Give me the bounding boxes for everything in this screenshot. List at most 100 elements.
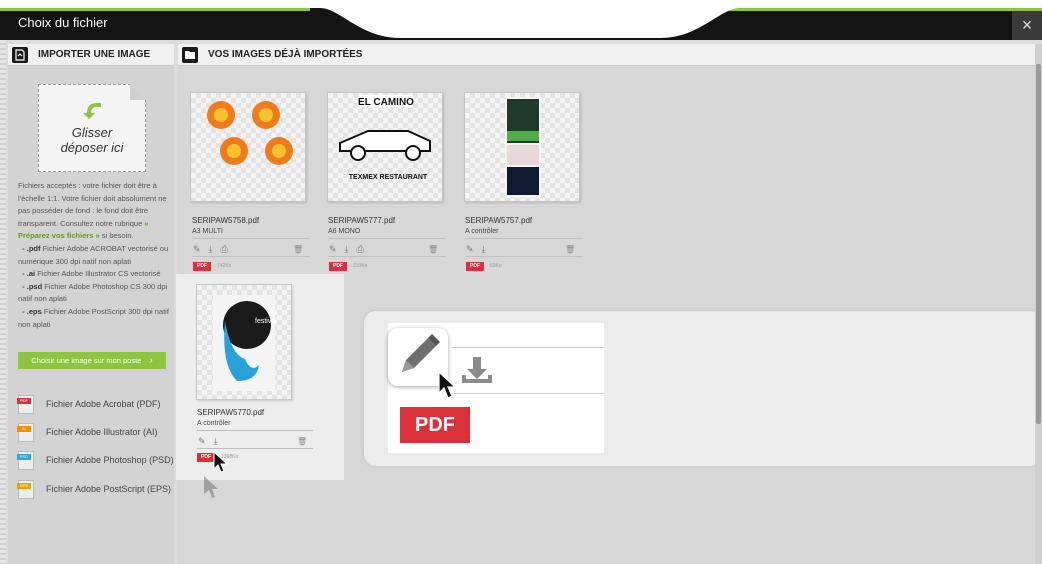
file-size: 210Ko xyxy=(353,263,368,269)
pencil-icon[interactable]: ✎ xyxy=(198,436,206,447)
import-panel-header: IMPORTER UNE IMAGE xyxy=(8,44,174,66)
divider xyxy=(192,238,310,239)
printer-icon[interactable]: ⎙ xyxy=(357,244,364,255)
download-icon[interactable]: ⤓ xyxy=(214,436,218,447)
thumb-title: EL CAMINO xyxy=(358,97,414,108)
pdf-file-badge: PDF xyxy=(17,397,31,404)
zoom-pdf-badge: PDF xyxy=(400,407,470,443)
filetype-ai: AI Fichier Adobe Illustrator (AI) xyxy=(17,422,158,442)
left-edge xyxy=(0,40,6,564)
file-thumbnail[interactable]: festival xyxy=(196,284,292,400)
filetype-psd: PSD Fichier Adobe Photoshop (PSD) xyxy=(17,450,174,470)
pencil-icon[interactable]: ✎ xyxy=(466,244,474,255)
pdf-ext: - .pdf xyxy=(22,243,41,253)
divider xyxy=(328,238,446,239)
file-name: SERIPAW5770.pdf xyxy=(197,408,265,417)
divider xyxy=(328,256,446,257)
trash-icon[interactable]: 🗑 xyxy=(297,437,307,446)
close-button[interactable]: × xyxy=(1012,11,1042,40)
mouse-cursor-icon xyxy=(438,371,457,399)
filetype-pdf-label: Fichier Adobe Acrobat (PDF) xyxy=(46,399,161,409)
filetype-psd-label: Fichier Adobe Photoshop (PSD) xyxy=(46,455,174,465)
upload-icon xyxy=(12,46,28,63)
eps-ext: - .eps xyxy=(22,306,42,316)
pdf-file-icon: PDF xyxy=(17,394,34,414)
drop-zone-label: Glisser déposer ici xyxy=(39,125,145,155)
drop-zone-line2: déposer ici xyxy=(60,140,124,155)
title-bar: Choix du fichier × xyxy=(0,0,1042,40)
download-icon[interactable]: ⤓ xyxy=(209,244,213,255)
pdf-desc: Fichier Adobe ACROBAT vectorisé ou numér… xyxy=(18,243,169,266)
filetype-pdf: PDF Fichier Adobe Acrobat (PDF) xyxy=(17,394,161,414)
file-format: A contrôler xyxy=(197,420,231,427)
choose-image-button[interactable]: Choisir une image sur mon poste › xyxy=(18,352,166,369)
file-actions: ✎ ⤓ ⎙ xyxy=(193,244,228,255)
pencil-icon[interactable]: ✎ xyxy=(193,244,201,255)
choose-image-label: Choisir une image sur mon poste xyxy=(31,356,142,365)
trash-icon[interactable]: 🗑 xyxy=(565,245,575,254)
psd-file-icon: PSD xyxy=(17,450,34,470)
drop-zone-line1: Glisser xyxy=(71,125,113,140)
file-format: A6 MONO xyxy=(328,228,361,235)
scrollbar-thumb[interactable] xyxy=(1036,64,1041,424)
pdf-badge: PDF xyxy=(193,262,211,271)
ai-file-badge: AI xyxy=(17,425,31,432)
ai-desc: Fichier Adobe Illustrator CS vectorisé xyxy=(37,269,161,279)
cursor-shadow xyxy=(204,476,218,498)
download-icon[interactable]: ⤓ xyxy=(345,244,349,255)
ai-file-icon: AI xyxy=(17,422,34,442)
thumbnail-art xyxy=(505,97,541,197)
imported-panel-title: VOS IMAGES DÉJÀ IMPORTÉES xyxy=(208,49,363,60)
divider xyxy=(192,256,310,257)
pencil-icon[interactable]: ✎ xyxy=(329,244,337,255)
zoom-callout: PDF xyxy=(364,311,1042,466)
import-panel: IMPORTER UNE IMAGE Glisser déposer ici F… xyxy=(8,44,174,564)
file-name: SERIPAW5777.pdf xyxy=(328,216,396,225)
file-actions: ✎ ⤓ xyxy=(198,436,218,447)
zoom-content: PDF xyxy=(388,323,604,453)
divider xyxy=(452,393,604,394)
psd-ext: - .psd xyxy=(22,281,43,291)
thumbnail-art: EL CAMINO TEXMEX RESTAURANT xyxy=(339,95,431,181)
file-format: A3 MULTI xyxy=(192,228,223,235)
window-title: Choix du fichier xyxy=(18,15,108,30)
download-icon[interactable]: ⤓ xyxy=(482,244,486,255)
filetype-eps-label: Fichier Adobe PostScript (EPS) xyxy=(46,484,172,494)
arrow-down-icon xyxy=(83,99,103,127)
file-thumbnail[interactable] xyxy=(464,92,580,202)
divider xyxy=(197,448,313,449)
file-name: SERIPAW5758.pdf xyxy=(192,216,260,225)
import-panel-title: IMPORTER UNE IMAGE xyxy=(38,49,151,60)
filetype-ai-label: Fichier Adobe Illustrator (AI) xyxy=(46,427,158,437)
psd-file-badge: PSD xyxy=(17,453,31,460)
mouse-cursor-icon xyxy=(213,451,229,473)
filetype-eps: EPS Fichier Adobe PostScript (EPS) xyxy=(17,479,172,499)
file-thumbnail[interactable] xyxy=(190,92,306,202)
imported-panel-header: VOS IMAGES DÉJÀ IMPORTÉES xyxy=(178,44,1036,66)
file-name: SERIPAW5757.pdf xyxy=(465,216,533,225)
printer-icon[interactable]: ⎙ xyxy=(221,244,228,255)
divider xyxy=(452,347,604,348)
chevron-right-icon: › xyxy=(149,355,153,366)
accepted-files-info: Fichiers acceptés : votre fichier doit ê… xyxy=(18,180,172,331)
download-icon[interactable] xyxy=(460,355,494,387)
drop-zone[interactable]: Glisser déposer ici xyxy=(38,84,146,172)
thumb-text: festival xyxy=(255,318,277,325)
file-actions: ✎ ⤓ ⎙ xyxy=(329,244,364,255)
title-bar-curve xyxy=(300,0,740,38)
file-size: 742Ko xyxy=(217,263,232,269)
pdf-badge: PDF xyxy=(466,262,484,271)
eps-file-badge: EPS xyxy=(17,482,31,489)
file-thumbnail[interactable]: EL CAMINO TEXMEX RESTAURANT xyxy=(327,92,443,202)
trash-icon[interactable]: 🗑 xyxy=(428,245,438,254)
title-bar-accent-right xyxy=(700,8,1042,11)
divider xyxy=(197,430,313,431)
info-text-end: si besoin. xyxy=(101,231,134,241)
eps-file-icon: EPS xyxy=(17,479,34,499)
ai-ext: - .ai xyxy=(22,269,36,279)
divider xyxy=(465,256,583,257)
file-actions: ✎ ⤓ xyxy=(466,244,486,255)
thumbnail-art: festival xyxy=(213,295,277,391)
pdf-badge: PDF xyxy=(329,262,347,271)
trash-icon[interactable]: 🗑 xyxy=(293,245,303,254)
